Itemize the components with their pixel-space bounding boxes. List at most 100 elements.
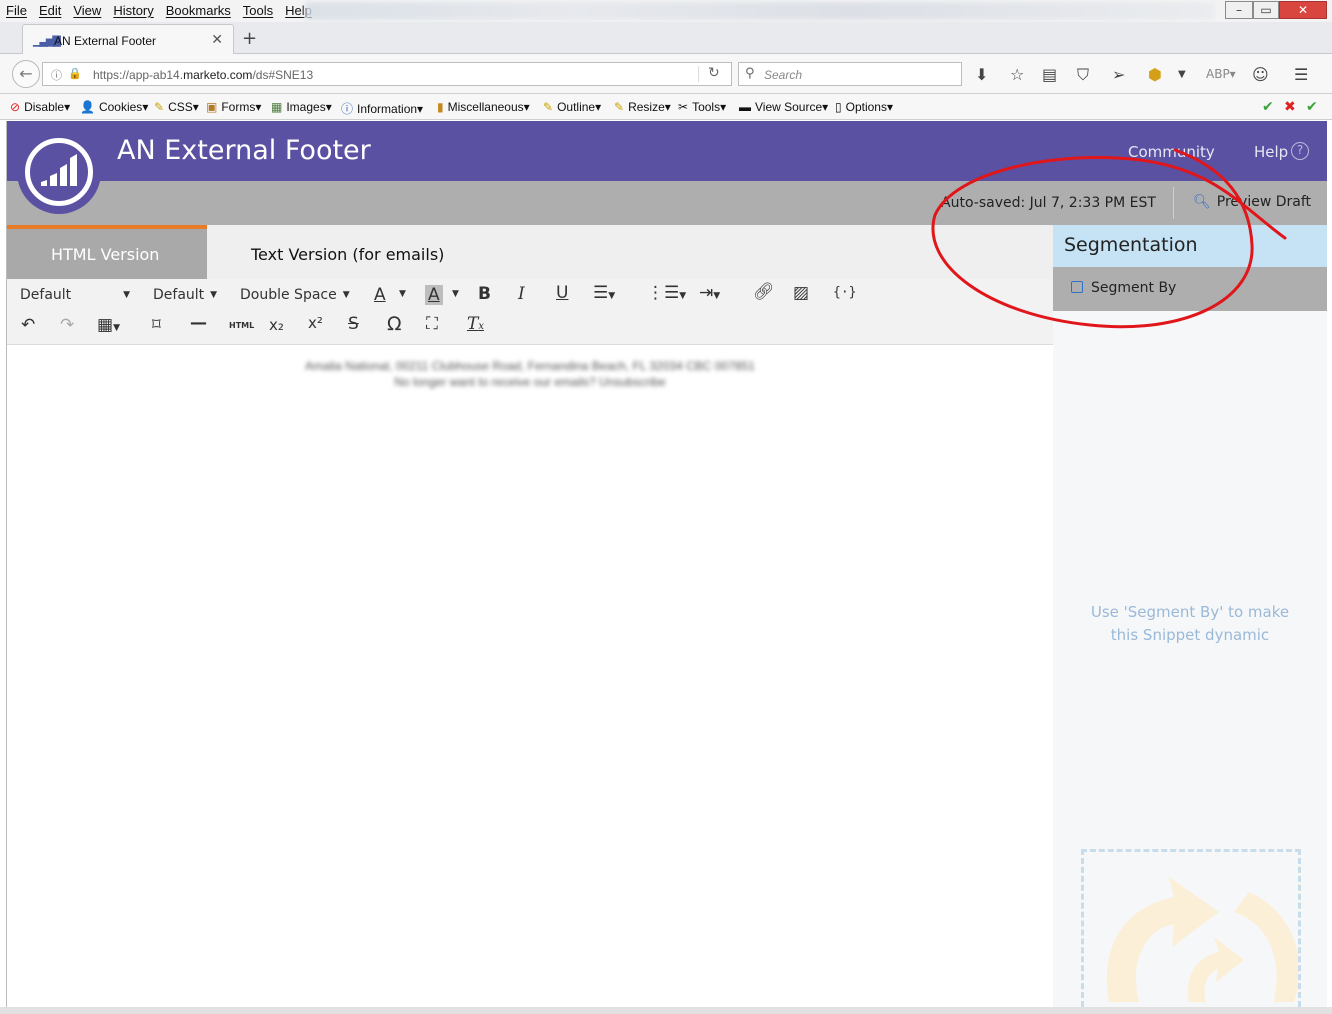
underline-icon[interactable]: U [556,283,568,303]
page-title: AN External Footer [117,135,371,166]
find-replace-icon[interactable]: ⛶ [426,314,438,334]
dynamic-arrows-icon [1106,877,1300,1002]
font-family-select[interactable]: Default ▼ [20,287,130,303]
italic-icon[interactable]: I [518,284,525,304]
menu-history[interactable]: History [113,3,153,18]
background-color-icon[interactable]: A [425,285,443,305]
error-icon[interactable]: ✖ [1284,99,1296,115]
link-icon[interactable]: 🔗︎ [753,282,775,302]
menu-bar: File Edit View History Bookmarks Tools H… [0,0,1332,22]
tab-close-icon[interactable]: ✕ [211,32,223,48]
adblock-icon[interactable]: ABP▾ [1206,67,1236,81]
maximize-button[interactable]: ▭ [1253,1,1279,19]
html-source-icon[interactable]: HTML [229,321,254,330]
menu-tools[interactable]: Tools [243,3,273,18]
info-icon[interactable]: ⓘ [51,67,62,83]
check-icon-2[interactable]: ✔ [1306,99,1318,115]
text-color-icon[interactable]: A [374,285,386,305]
line-spacing-select[interactable]: Double Space ▼ [240,287,350,303]
reload-icon[interactable]: ↻ [708,65,720,81]
devbar-outline[interactable]: ✎ Outline▾ [543,100,601,114]
url-bar[interactable]: ⓘ 🔒 https://app-ab14.marketo.com/ds#SNE1… [42,62,732,86]
minimize-button[interactable]: – [1225,1,1253,19]
devbar-disable[interactable]: ⊘ Disable▾ [10,100,70,114]
menu-bookmarks[interactable]: Bookmarks [166,3,231,18]
table-icon[interactable]: ▦▼ [97,315,120,335]
devbar-forms[interactable]: ▣ Forms▾ [206,100,261,114]
marketo-app: AN External Footer Community Help ? Auto… [6,121,1327,1007]
chevron-down-icon[interactable]: ▼ [452,289,459,299]
editor-canvas[interactable]: Amalia National, 00211 Clubhouse Road, F… [7,345,1053,1007]
editor-tabs: HTML Version Text Version (for emails) [7,225,1053,279]
navigation-bar: ← ⓘ 🔒 https://app-ab14.marketo.com/ds#SN… [0,54,1332,94]
special-char-icon[interactable]: Ω [387,313,402,335]
drop-zone [1081,849,1301,1007]
tab-text-version[interactable]: Text Version (for emails) [251,245,444,264]
clear-format-icon[interactable]: Tx [467,314,484,334]
app-header: AN External Footer Community Help ? [7,121,1327,181]
menu-view[interactable]: View [73,3,101,18]
back-button[interactable]: ← [12,60,40,88]
hamburger-menu-icon[interactable]: ☰ [1294,65,1308,84]
marketo-logo[interactable] [17,130,101,214]
reading-list-icon[interactable]: ▤ [1042,65,1057,84]
bold-icon[interactable]: B [478,284,491,304]
search-icon: ⚲ [745,66,755,81]
devbar-images[interactable]: ▦ Images▾ [271,100,332,114]
bullet-list-icon[interactable]: ⋮☰▼ [647,283,686,303]
devbar-css[interactable]: ✎ CSS▾ [154,100,199,114]
devbar-options[interactable]: ▯ Options▾ [835,100,893,114]
segmentation-panel: Segmentation Segment By Use 'Segment By'… [1053,225,1327,1007]
download-icon[interactable]: ⬇ [975,65,988,84]
blurred-background-tabs [305,2,1215,20]
send-icon[interactable]: ➢ [1112,65,1125,84]
lock-icon: 🔒 [68,67,82,80]
footer-address-text: Amalia National, 00211 Clubhouse Road, F… [305,359,755,373]
help-link[interactable]: Help [1254,143,1288,161]
chevron-down-icon[interactable]: ▼ [399,289,406,299]
strikethrough-icon[interactable]: S [348,314,359,334]
segment-by-button[interactable]: Segment By [1053,267,1327,311]
undo-icon[interactable]: ↶ [21,315,35,335]
browser-tab[interactable]: ▁▃▅▇ AN External Footer ✕ [22,24,234,54]
devbar-information[interactable]: ⓘ Information▾ [341,100,423,117]
devbar-miscellaneous[interactable]: ▮ Miscellaneous▾ [437,100,530,114]
tab-bar: ▁▃▅▇ AN External Footer ✕ [0,22,1332,54]
superscript-icon[interactable]: x² [308,314,323,332]
align-icon[interactable]: ☰▼ [593,283,615,303]
devbar-view-source[interactable]: ▬ View Source▾ [739,100,828,114]
devbar-tools[interactable]: ✂ Tools▾ [678,100,726,114]
check-icon[interactable]: ✔ [1262,99,1274,115]
tab-html-version[interactable]: HTML Version [7,225,207,279]
help-icon[interactable]: ? [1291,142,1309,160]
menu-edit[interactable]: Edit [39,3,61,18]
chat-icon[interactable]: ☺ [1252,65,1269,84]
marketo-bars-icon [41,154,77,186]
menu-file[interactable]: File [6,3,27,18]
pocket-icon[interactable]: ⛉ [1077,65,1089,85]
search-input[interactable]: ⚲ Search [738,62,962,86]
extension-icon[interactable]: ⬢ [1148,65,1162,84]
image-icon[interactable]: ▨ [793,283,809,303]
status-bar: Auto-saved: Jul 7, 2:33 PM EST 🔍︎ Preview… [7,181,1327,225]
preview-draft-button[interactable]: 🔍︎ Preview Draft [1193,194,1311,210]
unsubscribe-text: No longer want to receive our emails? Un… [394,375,666,389]
new-tab-icon[interactable]: + [242,28,257,49]
window-bottom-edge [0,1007,1332,1014]
devbar-cookies[interactable]: 👤 Cookies▾ [80,100,148,114]
bookmark-icon[interactable]: ⌑ [152,315,161,335]
subscript-icon[interactable]: x₂ [269,316,284,334]
token-icon[interactable]: {·} [833,285,856,300]
community-link[interactable]: Community [1128,143,1215,161]
chevron-down-icon[interactable]: ▼ [1178,69,1186,80]
devbar-resize[interactable]: ✎ Resize▾ [614,100,671,114]
browser-window: File Edit View History Bookmarks Tools H… [0,0,1332,1014]
indent-icon[interactable]: ⇥▼ [699,283,720,303]
url-text: https://app-ab14.marketo.com/ds#SNE13 [93,68,314,82]
horizontal-rule-icon[interactable]: — [190,313,207,333]
font-size-select[interactable]: Default ▼ [153,287,217,303]
editor-toolbar: Default ▼ Default ▼ Double Space ▼ A ▼ A ▼ … [7,279,1053,345]
bookmark-star-icon[interactable]: ☆ [1010,65,1024,84]
close-window-button[interactable]: ✕ [1279,1,1327,19]
redo-icon[interactable]: ↷ [60,315,74,335]
